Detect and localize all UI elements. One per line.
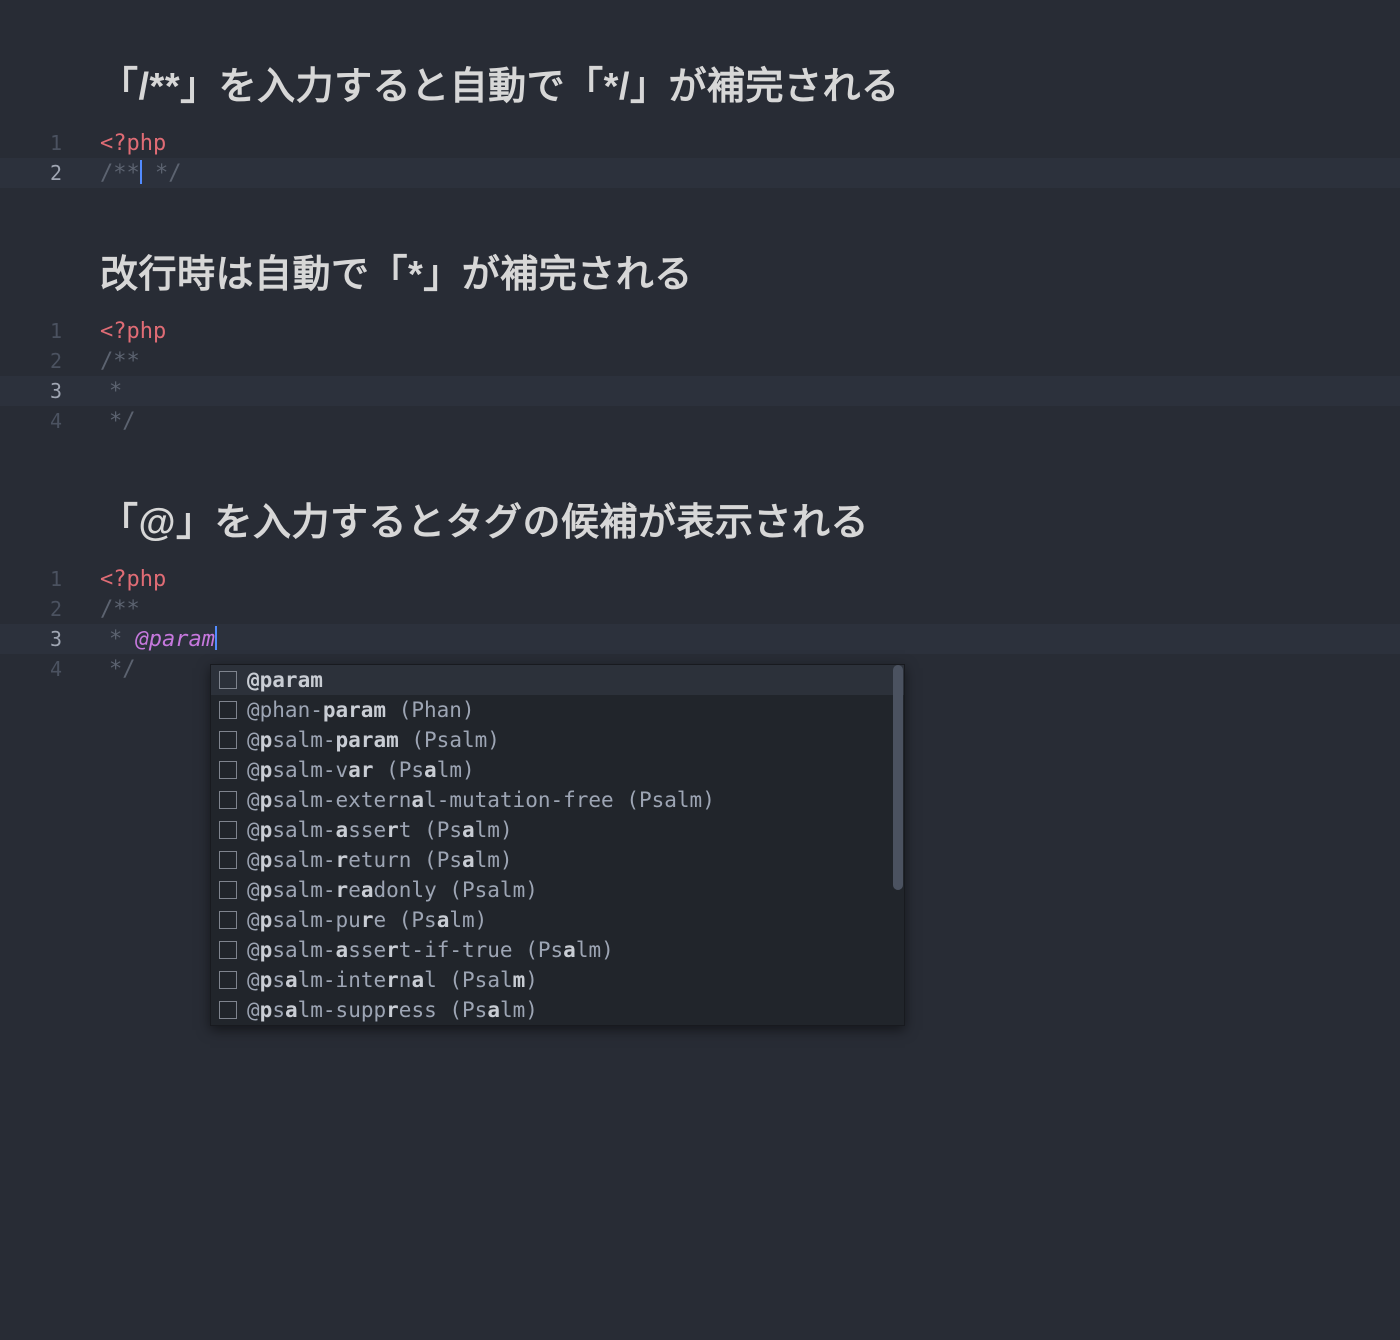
autocomplete-label: @psalm-var (Psalm)	[247, 758, 475, 782]
page-root: 「/**」を入力すると自動で「*/」が補完される1<?php2/** */改行時…	[0, 0, 1400, 684]
code-editor[interactable]: 1<?php2/**3* @param4*/@param@phan-param …	[0, 564, 1400, 684]
code-token: */	[142, 161, 182, 186]
code-editor[interactable]: 1<?php2/**3* 4*/	[0, 316, 1400, 436]
autocomplete-scrollbar[interactable]	[892, 665, 904, 1025]
code-token: /**	[100, 161, 140, 186]
code-token: <?php	[100, 131, 166, 156]
snippet-icon	[219, 941, 237, 959]
code-line[interactable]: 4 */	[0, 406, 1400, 436]
section-heading: 改行時は自動で「*」が補完される	[0, 243, 1400, 316]
text-cursor	[215, 626, 217, 650]
autocomplete-label: @psalm-assert (Psalm)	[247, 818, 513, 842]
snippet-icon	[219, 881, 237, 899]
autocomplete-label: @param	[247, 668, 323, 692]
autocomplete-item[interactable]: @psalm-internal (Psalm)	[211, 965, 904, 995]
text-cursor	[140, 160, 142, 184]
autocomplete-item[interactable]: @psalm-assert (Psalm)	[211, 815, 904, 845]
autocomplete-label: @psalm-return (Psalm)	[247, 848, 513, 872]
snippet-icon	[219, 911, 237, 929]
autocomplete-label: @psalm-readonly (Psalm)	[247, 878, 538, 902]
snippet-icon	[219, 971, 237, 989]
code-content[interactable]: <?php	[100, 567, 166, 592]
autocomplete-label: @psalm-suppress (Psalm)	[247, 998, 538, 1022]
code-token: <?php	[100, 319, 166, 344]
autocomplete-popup[interactable]: @param @phan-param (Phan) @psalm-param (Ps…	[210, 664, 905, 1026]
autocomplete-item[interactable]: @psalm-suppress (Psalm)	[211, 995, 904, 1025]
autocomplete-item[interactable]: @phan-param (Phan)	[211, 695, 904, 725]
code-content[interactable]: *	[100, 379, 136, 404]
section-heading: 「/**」を入力すると自動で「*/」が補完される	[0, 55, 1400, 128]
autocomplete-item[interactable]: @psalm-return (Psalm)	[211, 845, 904, 875]
autocomplete-label: @psalm-pure (Psalm)	[247, 908, 487, 932]
code-content[interactable]: <?php	[100, 131, 166, 156]
code-token: <?php	[100, 567, 166, 592]
section: 「@」を入力するとタグの候補が表示される1<?php2/**3* @param4…	[0, 436, 1400, 684]
code-token: */	[109, 409, 136, 434]
snippet-icon	[219, 761, 237, 779]
code-token: /**	[100, 349, 140, 374]
code-token: /**	[100, 597, 140, 622]
line-number: 1	[0, 319, 100, 343]
autocomplete-item[interactable]: @param	[211, 665, 904, 695]
line-number: 2	[0, 349, 100, 373]
autocomplete-label: @psalm-param (Psalm)	[247, 728, 500, 752]
autocomplete-item[interactable]: @psalm-assert-if-true (Psalm)	[211, 935, 904, 965]
line-number: 1	[0, 131, 100, 155]
line-number: 3	[0, 627, 100, 651]
snippet-icon	[219, 791, 237, 809]
line-number: 2	[0, 597, 100, 621]
code-content[interactable]: */	[100, 409, 136, 434]
line-number: 3	[0, 379, 100, 403]
autocomplete-label: @psalm-external-mutation-free (Psalm)	[247, 788, 715, 812]
line-number: 2	[0, 161, 100, 185]
snippet-icon	[219, 851, 237, 869]
code-content[interactable]: /**	[100, 349, 140, 374]
line-number: 1	[0, 567, 100, 591]
code-line[interactable]: 1<?php	[0, 316, 1400, 346]
code-token: */	[109, 657, 136, 682]
code-line[interactable]: 3*	[0, 376, 1400, 406]
code-token: @param	[136, 627, 215, 652]
code-line[interactable]: 2/** */	[0, 158, 1400, 188]
autocomplete-item[interactable]: @psalm-var (Psalm)	[211, 755, 904, 785]
snippet-icon	[219, 671, 237, 689]
line-number: 4	[0, 657, 100, 681]
autocomplete-label: @psalm-assert-if-true (Psalm)	[247, 938, 614, 962]
snippet-icon	[219, 731, 237, 749]
snippet-icon	[219, 821, 237, 839]
code-content[interactable]: * @param	[100, 627, 217, 652]
section-heading: 「@」を入力するとタグの候補が表示される	[0, 491, 1400, 564]
code-line[interactable]: 2/**	[0, 346, 1400, 376]
code-line[interactable]: 1<?php	[0, 128, 1400, 158]
code-line[interactable]: 3* @param	[0, 624, 1400, 654]
autocomplete-label: @psalm-internal (Psalm)	[247, 968, 538, 992]
code-line[interactable]: 1<?php	[0, 564, 1400, 594]
code-token: *	[109, 627, 136, 652]
code-line[interactable]: 2/**	[0, 594, 1400, 624]
snippet-icon	[219, 1001, 237, 1019]
code-token: *	[109, 379, 136, 404]
autocomplete-item[interactable]: @psalm-readonly (Psalm)	[211, 875, 904, 905]
code-content[interactable]: /** */	[100, 161, 182, 186]
code-content[interactable]: <?php	[100, 319, 166, 344]
autocomplete-item[interactable]: @psalm-external-mutation-free (Psalm)	[211, 785, 904, 815]
code-content[interactable]: */	[100, 657, 136, 682]
autocomplete-label: @phan-param (Phan)	[247, 698, 475, 722]
code-content[interactable]: /**	[100, 597, 140, 622]
code-editor[interactable]: 1<?php2/** */	[0, 128, 1400, 188]
scrollbar-thumb[interactable]	[893, 665, 903, 890]
snippet-icon	[219, 701, 237, 719]
line-number: 4	[0, 409, 100, 433]
section: 改行時は自動で「*」が補完される1<?php2/**3* 4*/	[0, 188, 1400, 436]
section: 「/**」を入力すると自動で「*/」が補完される1<?php2/** */	[0, 0, 1400, 188]
autocomplete-item[interactable]: @psalm-param (Psalm)	[211, 725, 904, 755]
autocomplete-item[interactable]: @psalm-pure (Psalm)	[211, 905, 904, 935]
